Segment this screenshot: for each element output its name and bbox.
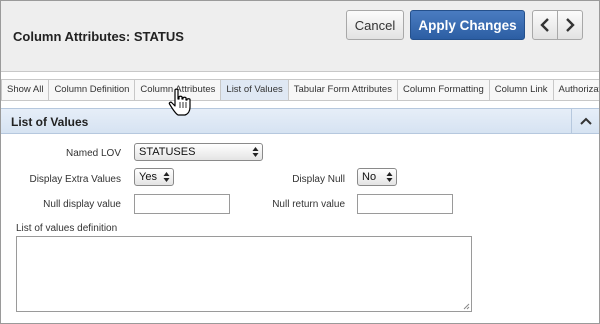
named-lov-select[interactable]: STATUSES <box>134 143 263 161</box>
resize-grip-icon[interactable] <box>462 302 470 310</box>
chevron-right-icon <box>566 18 575 32</box>
tab-column-link[interactable]: Column Link <box>490 80 554 100</box>
select-arrows-icon <box>163 172 170 182</box>
chevron-left-icon <box>540 18 549 32</box>
select-arrows-icon <box>386 172 393 182</box>
lov-definition-textarea[interactable] <box>16 236 472 312</box>
tab-show-all[interactable]: Show All <box>1 80 50 100</box>
tab-authorization[interactable]: Authorization <box>554 80 599 100</box>
tab-list-of-values[interactable]: List of Values <box>221 80 289 100</box>
tab-column-definition[interactable]: Column Definition <box>49 80 136 100</box>
previous-button[interactable] <box>532 10 558 40</box>
display-null-select[interactable]: No <box>357 168 397 186</box>
chevron-up-icon <box>579 117 592 125</box>
next-button[interactable] <box>557 10 583 40</box>
lov-definition-label: List of values definition <box>16 223 118 234</box>
named-lov-value: STATUSES <box>139 146 196 158</box>
select-arrows-icon <box>252 147 259 157</box>
tab-bar: Show All Column Definition Column Attrib… <box>1 79 599 101</box>
display-null-label: Display Null <box>292 174 345 185</box>
display-extra-values-value: Yes <box>139 171 157 183</box>
display-extra-values-select[interactable]: Yes <box>134 168 174 186</box>
hand-pointer-icon <box>168 88 191 116</box>
named-lov-label: Named LOV <box>65 148 121 159</box>
region-header: List of Values <box>1 108 599 134</box>
region-title: List of Values <box>11 115 89 129</box>
null-return-value-input[interactable] <box>357 194 453 214</box>
display-null-value: No <box>362 171 377 183</box>
page-title: Column Attributes: STATUS <box>13 29 184 44</box>
display-extra-values-label: Display Extra Values <box>29 174 121 185</box>
tab-column-formatting[interactable]: Column Formatting <box>398 80 490 100</box>
tab-tabular-form-attributes[interactable]: Tabular Form Attributes <box>289 80 398 100</box>
collapse-button[interactable] <box>571 109 599 133</box>
cancel-button[interactable]: Cancel <box>346 10 404 40</box>
apply-changes-button[interactable]: Apply Changes <box>410 10 525 40</box>
null-return-value-label: Null return value <box>272 199 345 210</box>
null-display-value-label: Null display value <box>43 199 121 210</box>
null-display-value-input[interactable] <box>134 194 230 214</box>
